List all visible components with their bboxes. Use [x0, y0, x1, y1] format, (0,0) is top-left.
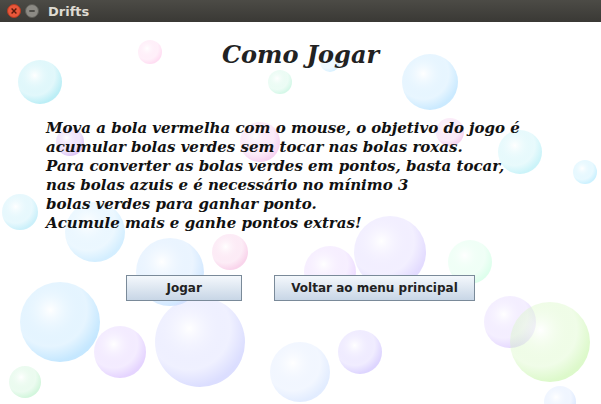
menu-button[interactable]: Voltar ao menu principal — [274, 275, 475, 301]
heading: Como Jogar — [0, 22, 601, 71]
minimize-icon[interactable] — [25, 4, 39, 18]
instruction-line: Para converter as bolas verdes em pontos… — [46, 157, 601, 176]
window-title: Drifts — [48, 5, 89, 18]
instruction-line: Acumule mais e ganhe pontos extras! — [46, 214, 601, 233]
content: Como Jogar Mova a bola vermelha com o mou… — [0, 22, 601, 404]
close-icon[interactable] — [7, 4, 21, 18]
title-bar: Drifts — [0, 0, 601, 22]
instruction-line: Mova a bola vermelha com o mouse, o obje… — [46, 119, 601, 138]
instruction-line: acumular bolas verdes sem tocar nas bola… — [46, 138, 601, 157]
instruction-line: nas bolas azuis e é necessário no mínimo… — [46, 176, 601, 195]
button-row: Jogar Voltar ao menu principal — [0, 233, 601, 301]
menu-button[interactable]: Jogar — [126, 275, 242, 301]
instructions: Mova a bola vermelha com o mouse, o obje… — [0, 71, 601, 233]
instruction-line: bolas verdes para ganhar ponto. — [46, 195, 601, 214]
drifts-window: Drifts Como Jogar Mova a bola vermelha com… — [0, 0, 601, 404]
